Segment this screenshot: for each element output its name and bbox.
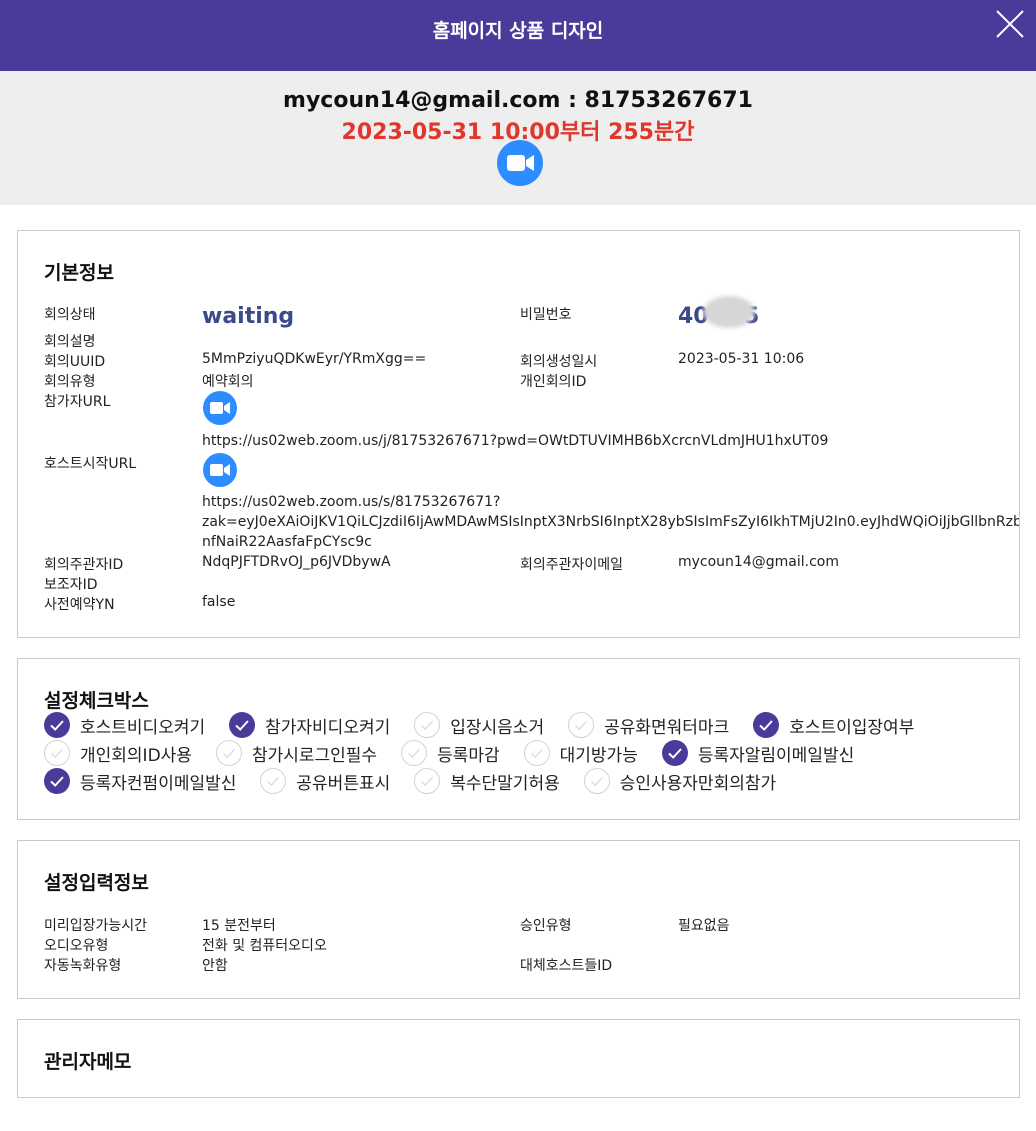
checkbox-label: 호스트이입장여부: [789, 717, 915, 738]
status-value: waiting: [202, 304, 295, 329]
created-value: 2023-05-31 10:06: [678, 351, 805, 367]
basic-info-panel: 기본정보 회의상태 waiting 비밀번호 40 5 회의설명 회의UUID …: [17, 230, 1020, 638]
uuid-value: 5MmPziyuQDKwEyr/YRmXgg==: [202, 351, 427, 367]
checkbox-item[interactable]: 호스트비디오켜기: [44, 712, 205, 738]
checkbox-item[interactable]: 참가시로그인필수: [215, 740, 378, 766]
checkbox-label: 등록자컨펌이메일발신: [80, 773, 237, 794]
input-info-title: 설정입력정보: [44, 872, 149, 894]
checked-icon[interactable]: [44, 712, 70, 738]
checkbox-item[interactable]: 호스트이입장여부: [753, 712, 914, 738]
admin-memo-panel: 관리자메모: [17, 1019, 1020, 1098]
admin-memo-title: 관리자메모: [44, 1051, 132, 1073]
host-url-line-1[interactable]: https://us02web.zoom.us/s/81753267671?: [202, 494, 500, 510]
unchecked-icon[interactable]: [215, 740, 242, 766]
checkbox-item[interactable]: 복수단말기허용: [414, 768, 560, 794]
host-zoom-icon[interactable]: [203, 453, 237, 487]
checked-icon[interactable]: [753, 712, 780, 738]
checkbox-label: 등록마감: [437, 745, 500, 766]
personal-id-label: 개인회의ID: [520, 374, 587, 390]
checkbox-label: 참가자비디오켜기: [265, 717, 391, 738]
unchecked-icon[interactable]: [568, 712, 595, 738]
meeting-type-value: 예약회의: [202, 374, 254, 390]
audio-label: 오디오유형: [44, 938, 109, 954]
checkbox-item[interactable]: 승인사용자만회의참가: [583, 768, 777, 794]
uuid-label: 회의UUID: [44, 354, 106, 370]
unchecked-icon[interactable]: [260, 768, 287, 794]
record-label: 자동녹화유형: [44, 958, 122, 974]
description-label: 회의설명: [44, 334, 96, 350]
checked-icon[interactable]: [229, 712, 256, 738]
checkbox-item[interactable]: 개인회의ID사용: [44, 740, 192, 766]
checkbox-label: 호스트비디오켜기: [80, 717, 206, 738]
host-id-value: NdqPJFTDRvOJ_p6JVDbywA: [202, 554, 391, 570]
status-label: 회의상태: [44, 307, 96, 323]
checkbox-row-3: 등록자컨펌이메일발신 공유버튼표시 복수단말기허용 승인사용자만회의참가: [44, 768, 800, 799]
checkbox-item[interactable]: 입장시음소거: [414, 712, 544, 738]
meeting-type-label: 회의유형: [44, 374, 96, 390]
host-url-line-3[interactable]: nfNaiR22AasfaFpCYsc9c: [202, 534, 372, 550]
checkbox-item[interactable]: 대기방가능: [523, 740, 638, 766]
checkbox-item[interactable]: 등록자컨펌이메일발신: [44, 768, 236, 794]
checkbox-label: 참가시로그인필수: [251, 745, 378, 766]
checkbox-item[interactable]: 참가자비디오켜기: [229, 712, 390, 738]
checkbox-item[interactable]: 등록자알림이메일발신: [661, 740, 855, 766]
settings-title: 설정체크박스: [44, 690, 149, 712]
created-label: 회의생성일시: [520, 354, 598, 370]
settings-checkbox-panel: 설정체크박스 호스트비디오켜기 참가자비디오켜기 입장시음소거 공유화면워터마크 호스트…: [17, 658, 1020, 820]
join-url-value[interactable]: https://us02web.zoom.us/j/81753267671?pw…: [202, 433, 828, 449]
account-line: mycoun14@gmail.com : 81753267671: [283, 88, 753, 113]
early-join-value: 15 분전부터: [202, 918, 276, 934]
password-label: 비밀번호: [520, 307, 572, 323]
checkbox-item[interactable]: 공유버튼표시: [260, 768, 390, 794]
checkbox-label: 개인회의ID사용: [80, 745, 192, 766]
modal-title: 홈페이지 상품 디자인: [432, 20, 604, 42]
host-url-label: 호스트시작URL: [44, 456, 137, 472]
unchecked-icon[interactable]: [583, 768, 610, 794]
unchecked-icon[interactable]: [523, 740, 550, 766]
basic-info-title: 기본정보: [44, 262, 114, 284]
checkbox-label: 대기방가능: [559, 745, 638, 766]
unchecked-icon[interactable]: [401, 740, 428, 766]
host-email-label: 회의주관자이메일: [520, 557, 624, 573]
approval-value: 필요없음: [678, 918, 730, 934]
host-url-line-2[interactable]: zak=eyJ0eXAiOiJKV1QiLCJzdiI6IjAwMDAwMSIs…: [202, 514, 1019, 530]
checked-icon[interactable]: [661, 740, 688, 766]
checkbox-label: 복수단말기허용: [450, 773, 560, 794]
checkbox-row-1: 호스트비디오켜기 참가자비디오켜기 입장시음소거 공유화면워터마크 호스트이입장여부: [44, 712, 938, 743]
zoom-camera-icon[interactable]: [497, 140, 543, 186]
checkbox-row-2: 개인회의ID사용 참가시로그인필수 등록마감 대기방가능 등록자알림이메일발신: [44, 740, 878, 771]
audio-value: 전화 및 컴퓨터오디오: [202, 938, 327, 954]
checkbox-label: 입장시음소거: [450, 717, 545, 738]
unchecked-icon[interactable]: [414, 712, 441, 738]
checkbox-label: 승인사용자만회의참가: [619, 773, 777, 794]
unchecked-icon[interactable]: [44, 740, 70, 766]
modal-header: 홈페이지 상품 디자인: [0, 0, 1036, 71]
meeting-summary: mycoun14@gmail.com : 81753267671 2023-05…: [0, 71, 1036, 205]
host-id-label: 회의주관자ID: [44, 557, 124, 573]
checkbox-label: 등록자알림이메일발신: [697, 745, 855, 766]
host-email-value: mycoun14@gmail.com: [678, 554, 839, 570]
alt-hosts-label: 대체호스트들ID: [520, 958, 613, 974]
join-url-label: 참가자URL: [44, 394, 111, 410]
password-redaction: [703, 296, 755, 328]
checked-icon[interactable]: [44, 768, 70, 794]
pre-reserve-value: false: [202, 594, 236, 610]
approval-label: 승인유형: [520, 918, 572, 934]
settings-input-panel: 설정입력정보 미리입장가능시간 15 분전부터 승인유형 필요없음 오디오유형 …: [17, 840, 1020, 999]
join-zoom-icon[interactable]: [203, 391, 237, 425]
checkbox-item[interactable]: 등록마감: [401, 740, 500, 766]
checkbox-label: 공유화면워터마크: [604, 717, 730, 738]
pre-reserve-label: 사전예약YN: [44, 597, 115, 613]
record-value: 안함: [202, 958, 228, 974]
checkbox-label: 공유버튼표시: [296, 773, 391, 794]
unchecked-icon[interactable]: [414, 768, 441, 794]
assistant-id-label: 보조자ID: [44, 577, 98, 593]
early-join-label: 미리입장가능시간: [44, 918, 148, 934]
checkbox-item[interactable]: 공유화면워터마크: [568, 712, 729, 738]
close-icon[interactable]: [994, 8, 1026, 40]
